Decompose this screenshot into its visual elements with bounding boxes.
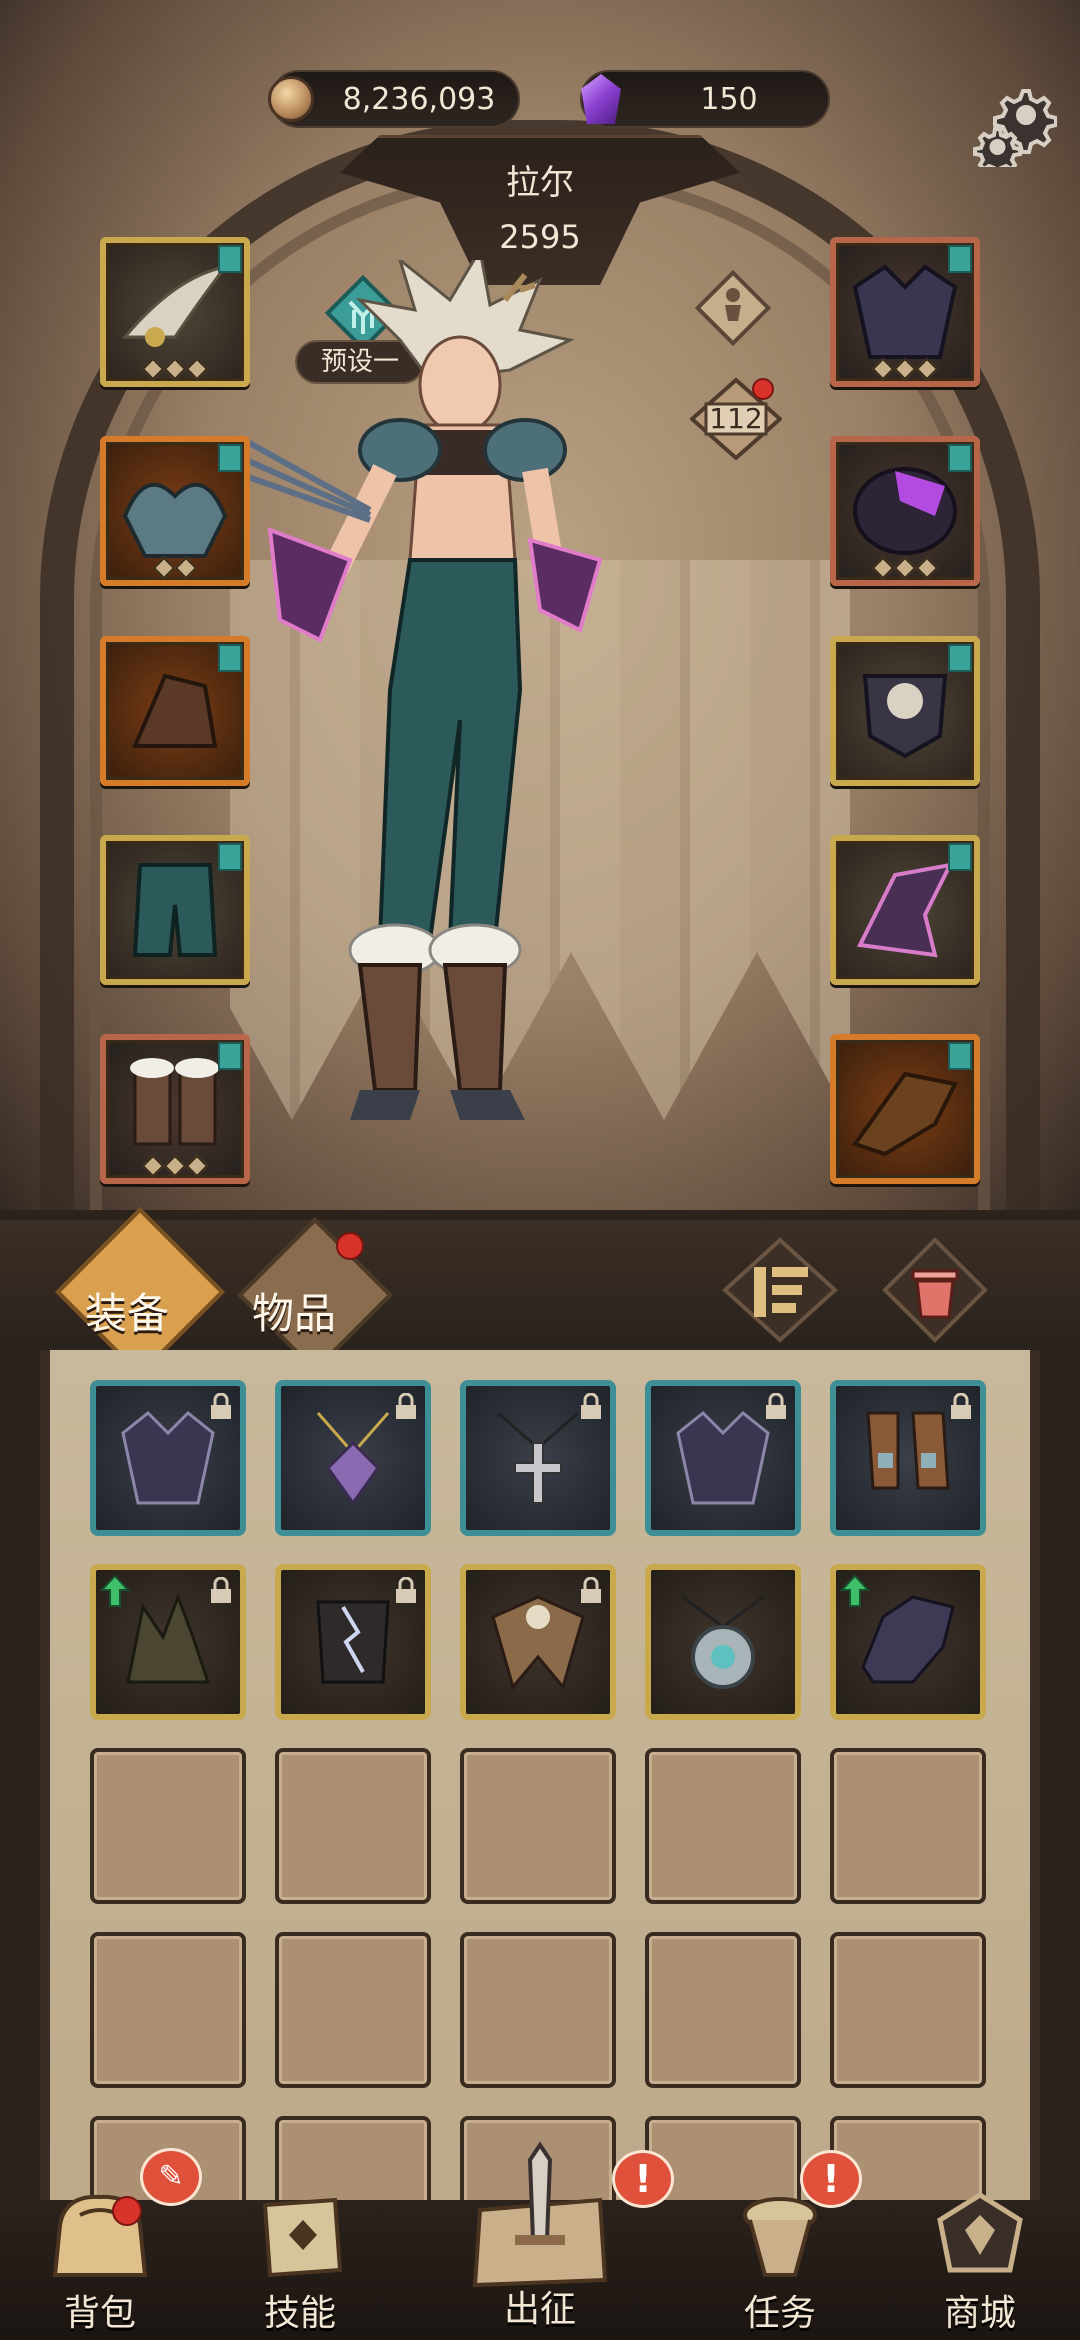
equip-slot-legs[interactable] bbox=[100, 835, 250, 985]
sword-map-icon bbox=[465, 2140, 615, 2290]
inventory-empty-slot[interactable] bbox=[830, 1932, 986, 2088]
boots-icon bbox=[130, 1058, 219, 1146]
upgrade-arrow-icon bbox=[99, 1574, 131, 1608]
inventory-empty-slot[interactable] bbox=[275, 1748, 431, 1904]
leather-boots-icon bbox=[866, 1411, 950, 1490]
gauntlet-icon bbox=[131, 673, 218, 748]
leg-armor-icon bbox=[132, 863, 218, 957]
coin-icon bbox=[262, 70, 320, 128]
nav-bag[interactable]: 背包 bbox=[25, 2180, 175, 2340]
lock-icon bbox=[578, 1392, 604, 1422]
skull-shield-icon bbox=[862, 674, 948, 759]
bag-alert-icon: ✎ bbox=[140, 2148, 202, 2206]
dark-armor-icon bbox=[121, 1410, 215, 1505]
lock-icon bbox=[208, 1392, 234, 1422]
inventory-empty-slot[interactable] bbox=[460, 1932, 616, 2088]
inventory-empty-slot[interactable] bbox=[90, 1748, 246, 1904]
bag-notification-dot bbox=[112, 2196, 142, 2226]
coin-counter[interactable]: 8,236,093 bbox=[268, 70, 520, 128]
shoulder-armor-icon bbox=[122, 482, 228, 558]
inventory-item-8[interactable] bbox=[460, 1564, 616, 1720]
lock-icon bbox=[393, 1392, 419, 1422]
thorn-bracer-icon bbox=[856, 862, 954, 958]
nav-quests-label: 任务 bbox=[743, 2293, 816, 2334]
nav-shop-label: 商城 bbox=[943, 2293, 1016, 2334]
hero-power: 2595 bbox=[499, 218, 581, 256]
quests-alert-icon: ! bbox=[800, 2150, 862, 2208]
sort-list-icon[interactable] bbox=[720, 1235, 840, 1345]
inventory-item-10[interactable] bbox=[830, 1564, 986, 1720]
equip-slot-weapon[interactable] bbox=[830, 1034, 980, 1184]
nav-shop[interactable]: 商城 bbox=[905, 2180, 1055, 2340]
lock-icon bbox=[578, 1576, 604, 1606]
equip-slot-feet[interactable] bbox=[100, 1034, 250, 1184]
inventory-item-1[interactable] bbox=[90, 1380, 246, 1536]
equip-slot-relic[interactable] bbox=[830, 436, 980, 586]
nav-expedition-label: 出征 bbox=[503, 2289, 576, 2330]
wing-crown-icon bbox=[121, 264, 229, 347]
equip-slot-offhand[interactable] bbox=[830, 636, 980, 786]
trash-icon[interactable] bbox=[880, 1235, 990, 1345]
inventory-item-6[interactable] bbox=[90, 1564, 246, 1720]
inventory-empty-slot[interactable] bbox=[275, 1932, 431, 2088]
lock-icon bbox=[763, 1392, 789, 1422]
gem-amount: 150 bbox=[700, 81, 758, 117]
dark-armor-icon bbox=[676, 1410, 770, 1505]
inventory-empty-slot[interactable] bbox=[90, 1932, 246, 2088]
equip-slot-head[interactable] bbox=[100, 237, 250, 387]
inventory-item-7[interactable] bbox=[275, 1564, 431, 1720]
inventory-item-4[interactable] bbox=[645, 1380, 801, 1536]
lock-icon bbox=[208, 1576, 234, 1606]
purple-crystal-icon bbox=[572, 70, 630, 128]
coin-amount: 8,236,093 bbox=[342, 81, 496, 117]
lightning-bracer-icon bbox=[316, 1600, 390, 1684]
gem-counter[interactable]: 150 bbox=[580, 70, 830, 128]
cross-necklace-icon bbox=[497, 1411, 579, 1504]
inventory-empty-slot[interactable] bbox=[645, 1748, 801, 1904]
purple-stone-icon bbox=[853, 467, 957, 555]
bone-armor-icon bbox=[491, 1595, 585, 1691]
nav-expedition[interactable]: 出征 bbox=[465, 2140, 615, 2340]
inventory-empty-slot[interactable] bbox=[645, 1932, 801, 2088]
items-notification-dot bbox=[336, 1232, 364, 1260]
lock-icon bbox=[393, 1576, 419, 1606]
medallion-icon bbox=[682, 1595, 764, 1689]
inventory-empty-slot[interactable] bbox=[830, 1748, 986, 1904]
nav-skills[interactable]: 技能 bbox=[225, 2180, 375, 2340]
level-notification-dot bbox=[752, 378, 774, 400]
equip-slot-chest[interactable] bbox=[830, 237, 980, 387]
inventory-item-2[interactable] bbox=[275, 1380, 431, 1536]
inventory-empty-slot[interactable] bbox=[460, 1748, 616, 1904]
hero-character-art bbox=[188, 245, 700, 1260]
lock-icon bbox=[948, 1392, 974, 1422]
upgrade-arrow-icon bbox=[839, 1574, 871, 1608]
hero-level: 112 bbox=[709, 402, 763, 435]
equip-slot-bracer[interactable] bbox=[830, 835, 980, 985]
wood-claw-icon bbox=[851, 1071, 958, 1157]
inventory-item-9[interactable] bbox=[645, 1564, 801, 1720]
equip-slot-shoulder[interactable] bbox=[100, 436, 250, 586]
tab-items[interactable]: 物品 bbox=[252, 1280, 336, 1341]
hero-name: 拉尔 bbox=[506, 163, 574, 203]
expedition-alert-icon: ! bbox=[612, 2150, 674, 2208]
nav-skills-label: 技能 bbox=[263, 2293, 336, 2334]
hero-figure-icon[interactable] bbox=[690, 265, 776, 351]
skill-book-icon bbox=[245, 2180, 355, 2290]
bag-icon bbox=[45, 2180, 155, 2290]
shop-crest-icon bbox=[925, 2180, 1035, 2290]
inventory-item-3[interactable] bbox=[460, 1380, 616, 1536]
equip-slot-hands[interactable] bbox=[100, 636, 250, 786]
tab-equipment[interactable]: 装备 bbox=[85, 1280, 169, 1341]
nav-bag-label: 背包 bbox=[63, 2293, 136, 2334]
dark-armor-icon bbox=[852, 264, 958, 359]
inventory-grid bbox=[90, 1380, 990, 2272]
amulet-icon bbox=[316, 1412, 390, 1506]
inventory-item-5[interactable] bbox=[830, 1380, 986, 1536]
settings-gear-icon[interactable] bbox=[970, 80, 1060, 170]
